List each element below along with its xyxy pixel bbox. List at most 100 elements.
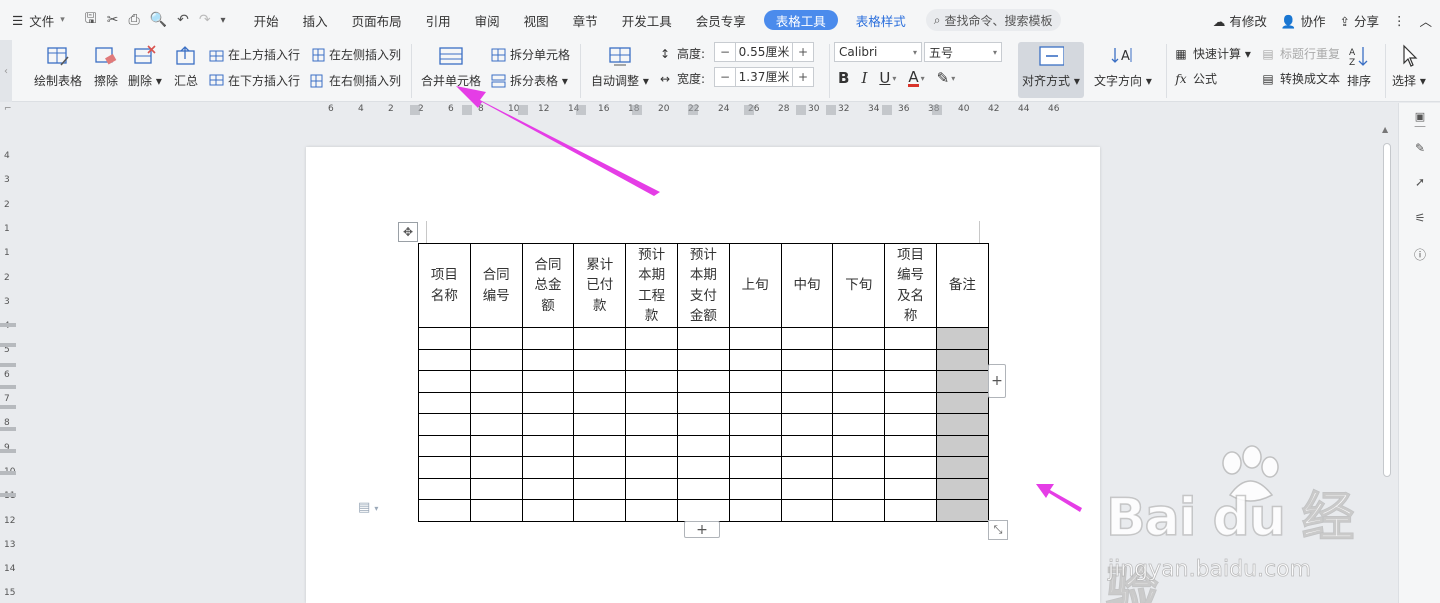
chevron-down-icon[interactable]: ▾ [951,74,955,83]
width-value[interactable]: 1.37厘米 [735,68,793,86]
table-header-cell[interactable]: 合同 总金额 [521,243,575,328]
auto-fit-button[interactable]: 自动调整 ▾ [591,40,649,89]
column-marker[interactable] [932,105,942,115]
help-icon[interactable]: ⓘ [1409,243,1431,265]
table-cell[interactable] [832,434,886,457]
table-cell[interactable] [625,499,678,522]
tab-developer[interactable]: 开发工具 [610,0,684,40]
width-increase-button[interactable]: + [793,70,813,84]
to-text-button[interactable]: ▤ 转换成文本 [1260,70,1340,87]
table-cell[interactable] [780,434,834,457]
table-cell[interactable] [884,327,937,350]
table-cell[interactable] [418,477,471,500]
tab-table-tools[interactable]: 表格工具 [763,10,838,30]
select-button[interactable]: 选择 ▾ [1392,40,1426,89]
table-cell[interactable] [418,348,471,371]
table-cell[interactable] [676,434,730,457]
table-cell[interactable] [728,456,782,479]
table-header-cell[interactable]: 项目 名称 [418,243,471,328]
data-table[interactable]: 项目 名称 合同 编号 合同 总金额累计 已付款预计 本期 工程款预计 本期 支付 金额 上旬 中旬 下旬项… [418,243,989,522]
repeat-header-button[interactable]: ▤ 标题行重复 [1260,45,1340,62]
table-cell[interactable] [780,456,834,479]
table-cell[interactable] [884,477,937,500]
table-header-cell[interactable]: 中旬 [780,243,834,328]
column-marker[interactable] [882,105,892,115]
table-cell[interactable] [521,413,575,436]
row-marker[interactable] [0,405,16,409]
text-direction-button[interactable]: A 文字方向 ▾ [1094,40,1152,89]
chevron-down-icon[interactable]: ▾ [921,74,925,83]
column-marker[interactable] [462,105,472,115]
table-cell[interactable] [573,348,627,371]
table-cell[interactable] [521,434,575,457]
table-cell[interactable] [625,434,678,457]
table-cell[interactable] [469,348,523,371]
tab-references[interactable]: 引用 [414,0,463,40]
table-cell[interactable] [780,413,834,436]
draw-table-button[interactable]: 绘制表格 [34,40,82,89]
table-cell[interactable] [728,413,782,436]
column-marker[interactable] [518,105,528,115]
table-move-handle[interactable]: ✥ [398,222,418,242]
table-cell[interactable] [625,456,678,479]
table-cell[interactable] [418,391,471,414]
table-cell[interactable] [884,348,937,371]
table-cell[interactable] [469,456,523,479]
table-header-cell[interactable]: 下旬 [832,243,886,328]
highlight-icon[interactable]: ✎ [937,69,950,87]
save-icon[interactable]: 🖫 [85,8,97,32]
more-options-icon[interactable]: ⋮ [1393,13,1406,28]
table-cell[interactable] [728,499,782,522]
table-cell[interactable] [625,477,678,500]
table-cell[interactable] [728,477,782,500]
table-cell[interactable] [573,391,627,414]
width-decrease-button[interactable]: − [715,70,735,84]
table-cell[interactable] [884,434,937,457]
table-cell[interactable] [832,327,886,350]
table-cell[interactable] [780,327,834,350]
row-marker[interactable] [0,323,16,327]
column-marker[interactable] [688,105,698,115]
table-cell[interactable] [935,456,989,479]
scrollbar-thumb[interactable] [1383,143,1391,477]
row-marker[interactable] [0,449,16,453]
tab-table-style[interactable]: 表格样式 [844,0,918,40]
table-header-cell[interactable]: 项目 编号 及名称 [884,243,937,328]
bold-icon[interactable]: B [838,69,849,87]
cursor-icon[interactable]: ➚ [1409,171,1431,193]
table-cell[interactable] [780,348,834,371]
table-cell[interactable] [780,391,834,414]
table-cell[interactable] [884,370,937,393]
insert-above-button[interactable]: 在上方插入行 [208,46,300,63]
tab-review[interactable]: 审阅 [463,0,512,40]
table-cell[interactable] [728,348,782,371]
table-cell[interactable] [676,370,730,393]
print-icon[interactable]: ⎙ [128,12,139,28]
table-cell[interactable] [469,391,523,414]
column-marker[interactable] [410,105,420,115]
table-cell[interactable] [676,456,730,479]
table-cell[interactable] [728,370,782,393]
table-cell[interactable] [573,434,627,457]
table-cell[interactable] [625,327,678,350]
height-decrease-button[interactable]: − [715,45,735,59]
table-cell[interactable] [418,434,471,457]
table-cell[interactable] [884,391,937,414]
split-table-button[interactable]: 拆分表格 ▾ [490,72,568,89]
table-cell[interactable] [935,434,989,457]
table-cell[interactable] [573,327,627,350]
font-color-icon[interactable]: A [908,69,919,87]
collab-button[interactable]: 👤 协作 [1281,11,1326,30]
width-stepper[interactable]: − 1.37厘米 + [714,67,814,87]
tab-view[interactable]: 视图 [512,0,561,40]
collapse-ribbon-icon[interactable]: ︿ [1419,11,1432,30]
summary-button[interactable]: 汇总 [173,40,199,89]
table-cell[interactable] [573,370,627,393]
column-marker[interactable] [632,105,642,115]
table-cell[interactable] [625,348,678,371]
table-cell[interactable] [780,370,834,393]
sort-button[interactable]: AZ 排序 [1346,40,1372,89]
paragraph-options-icon[interactable]: ▤ ▾ [358,500,378,515]
table-cell[interactable] [573,456,627,479]
redo-icon[interactable]: ↷ [199,12,211,28]
